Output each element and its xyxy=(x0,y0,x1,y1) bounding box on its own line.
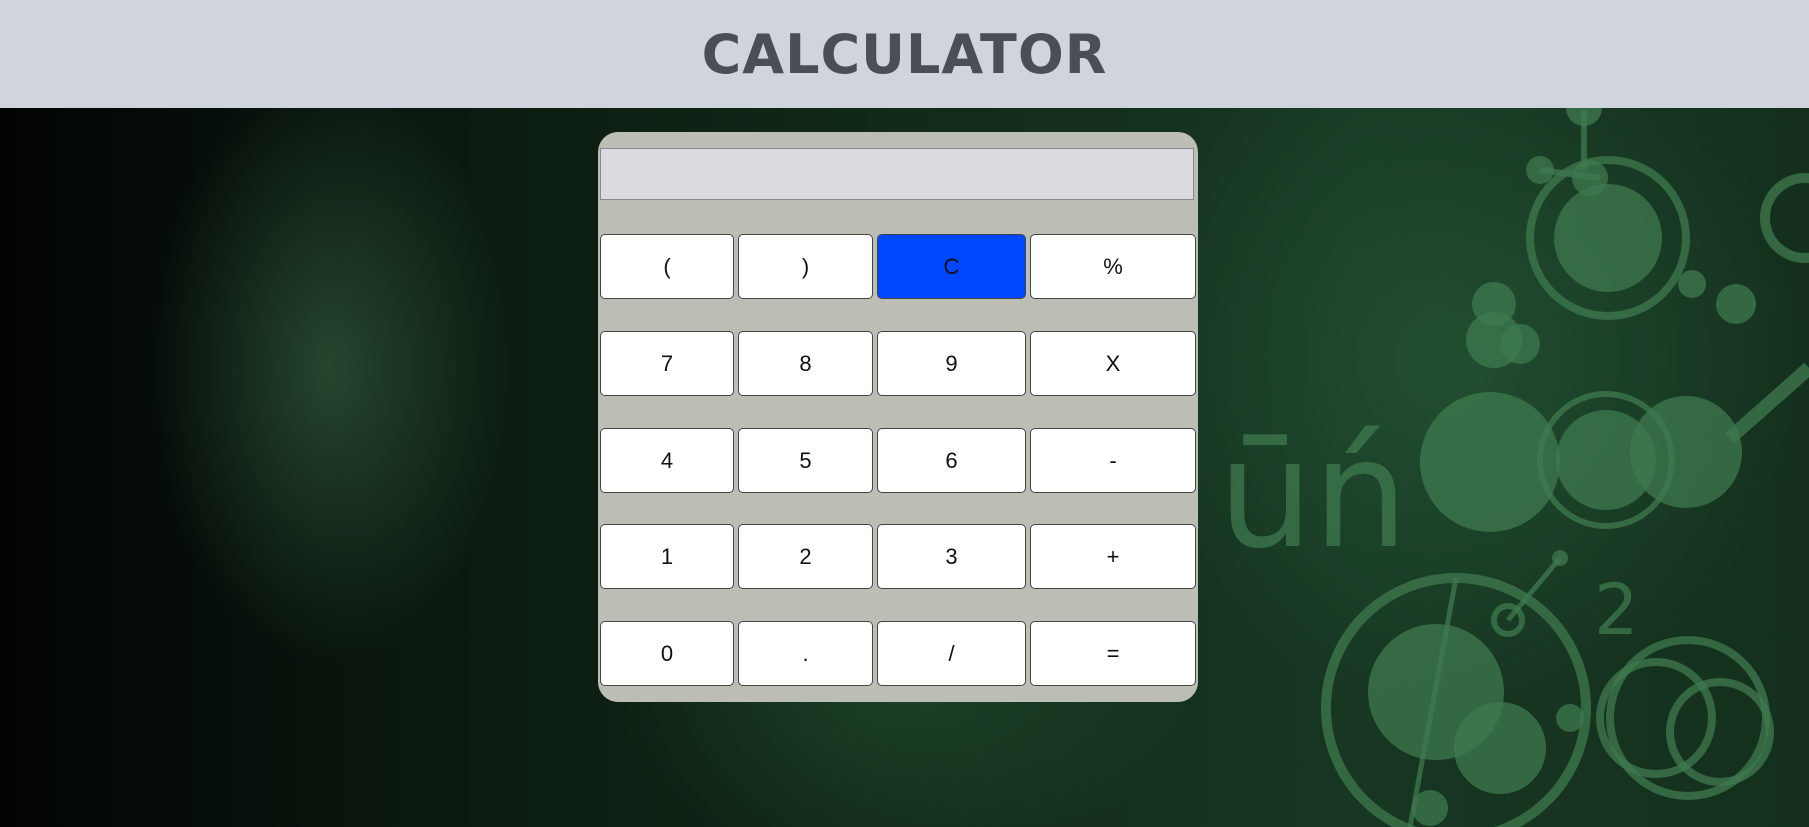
key-0[interactable]: 0 xyxy=(600,621,734,686)
key-4[interactable]: 4 xyxy=(600,428,734,493)
key-7[interactable]: 7 xyxy=(600,331,734,396)
calculator-panel: ( ) C % 7 8 9 X 4 5 6 - 1 2 3 + 0 . / = xyxy=(598,132,1198,702)
key-divide[interactable]: / xyxy=(877,621,1026,686)
key-percent[interactable]: % xyxy=(1030,234,1196,299)
key-multiply[interactable]: X xyxy=(1030,331,1196,396)
page-title: CALCULATOR xyxy=(701,22,1108,86)
calculator-display[interactable] xyxy=(600,148,1194,200)
background-decoration-text: ūń xyxy=(1218,408,1408,582)
background-decoration-number: 2 xyxy=(1594,569,1639,651)
key-open-paren[interactable]: ( xyxy=(600,234,734,299)
key-equals[interactable]: = xyxy=(1030,621,1196,686)
key-close-paren[interactable]: ) xyxy=(738,234,873,299)
key-1[interactable]: 1 xyxy=(600,524,734,589)
key-3[interactable]: 3 xyxy=(877,524,1026,589)
header-bar: CALCULATOR xyxy=(0,0,1809,108)
key-2[interactable]: 2 xyxy=(738,524,873,589)
key-8[interactable]: 8 xyxy=(738,331,873,396)
key-plus[interactable]: + xyxy=(1030,524,1196,589)
key-decimal[interactable]: . xyxy=(738,621,873,686)
key-clear[interactable]: C xyxy=(877,234,1026,299)
key-minus[interactable]: - xyxy=(1030,428,1196,493)
key-5[interactable]: 5 xyxy=(738,428,873,493)
key-9[interactable]: 9 xyxy=(877,331,1026,396)
key-6[interactable]: 6 xyxy=(877,428,1026,493)
